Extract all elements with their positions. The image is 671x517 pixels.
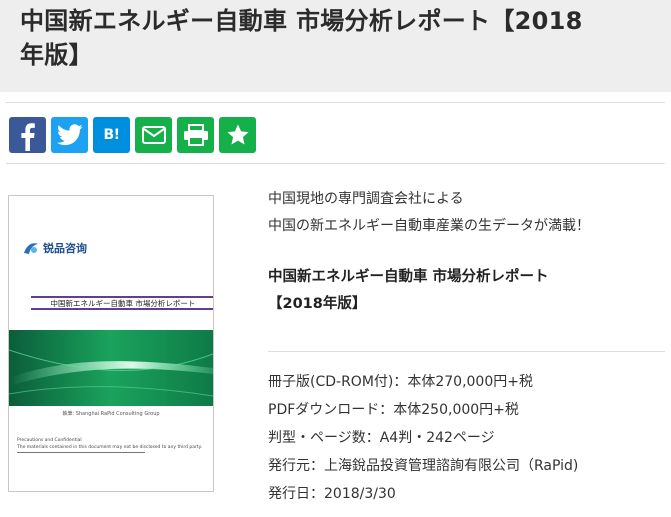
detail-booklet-price: 冊子版(CD-ROM付)：本体270,000円+税 <box>268 374 533 390</box>
detail-publish-date: 発行日：2018/3/30 <box>268 486 396 502</box>
product-title-line-1: 中国新エネルギー自動車 市場分析レポート <box>268 269 549 285</box>
report-cover-image: 锐品咨询 中国新エネルギー自動車 市場分析レポート 執筆: Shanghai R… <box>8 195 214 492</box>
intro-line-1: 中国現地の専門調査会社による <box>268 191 464 207</box>
cover-logo: 锐品咨询 <box>23 240 87 256</box>
print-button[interactable] <box>177 117 214 153</box>
cover-logo-text: 锐品咨询 <box>43 242 87 255</box>
intro-line-2: 中国の新エネルギー自動車産業の生データが満載！ <box>268 218 590 234</box>
cover-green-wave-graphic <box>9 330 213 406</box>
share-bar: B! <box>9 117 256 153</box>
page-title-line-2: 年版】 <box>20 41 93 69</box>
hatena-bookmark-icon: B! <box>103 127 120 143</box>
twitter-share-button[interactable] <box>51 117 88 153</box>
twitter-icon <box>56 124 83 146</box>
page-title: 中国新エネルギー自動車 市場分析レポート【2018 年版】 <box>20 4 659 72</box>
mail-share-button[interactable] <box>135 117 172 153</box>
facebook-share-button[interactable] <box>9 117 46 153</box>
divider-top <box>6 102 665 103</box>
cover-title-text: 中国新エネルギー自動車 市場分析レポート <box>50 298 196 308</box>
detail-format-pages: 判型・ページ数：A4判・242ページ <box>268 430 495 446</box>
page-title-line-1: 中国新エネルギー自動車 市場分析レポート【2018 <box>20 7 583 35</box>
detail-publisher: 発行元：上海銳品投資管理諮詢有限公司（RaPid) <box>268 458 579 474</box>
cover-legal-text: The materials contained in this document… <box>17 445 203 450</box>
cover-publisher-line: 執筆: Shanghai RaPid Consulting Group <box>62 411 160 417</box>
cover-title-band: 中国新エネルギー自動車 市場分析レポート <box>31 296 213 310</box>
printer-icon <box>183 124 208 146</box>
divider-share <box>6 163 665 164</box>
product-title-line-2: 【2018年版】 <box>268 296 367 312</box>
cover-legal-heading: Precautions and Confidential <box>17 438 82 443</box>
rapid-logo-icon <box>24 243 38 254</box>
star-icon <box>226 124 249 145</box>
facebook-icon <box>21 123 35 151</box>
divider-details <box>268 351 665 352</box>
favorite-button[interactable] <box>219 117 256 153</box>
mail-icon <box>141 126 166 144</box>
title-bar: 中国新エネルギー自動車 市場分析レポート【2018 年版】 <box>0 0 671 92</box>
detail-pdf-price: PDFダウンロード：本体250,000円+税 <box>268 402 519 418</box>
hatena-bookmark-button[interactable]: B! <box>93 117 130 153</box>
cover-legal-underline <box>17 452 145 453</box>
